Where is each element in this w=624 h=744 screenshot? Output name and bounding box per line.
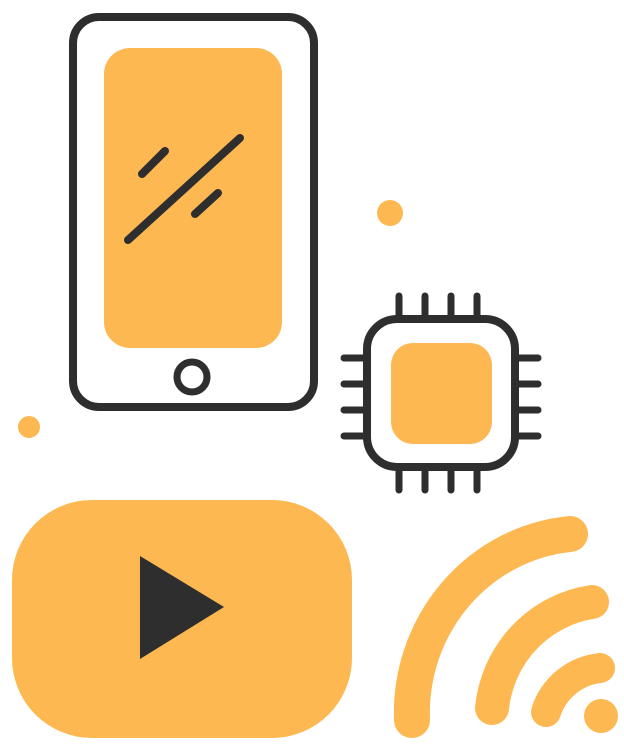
smartphone-screen: [104, 48, 282, 348]
home-button: [173, 358, 211, 396]
wifi-dot: [584, 699, 618, 733]
chip-core: [391, 343, 492, 444]
tech-icons-illustration: [12, 13, 618, 738]
microchip-icon: [340, 292, 542, 494]
wifi-signal-icon: [393, 516, 618, 738]
decorative-dot-left: [18, 416, 40, 438]
decorative-dot-right: [377, 200, 403, 226]
video-play-icon: [12, 500, 352, 738]
smartphone-icon: [69, 13, 318, 411]
